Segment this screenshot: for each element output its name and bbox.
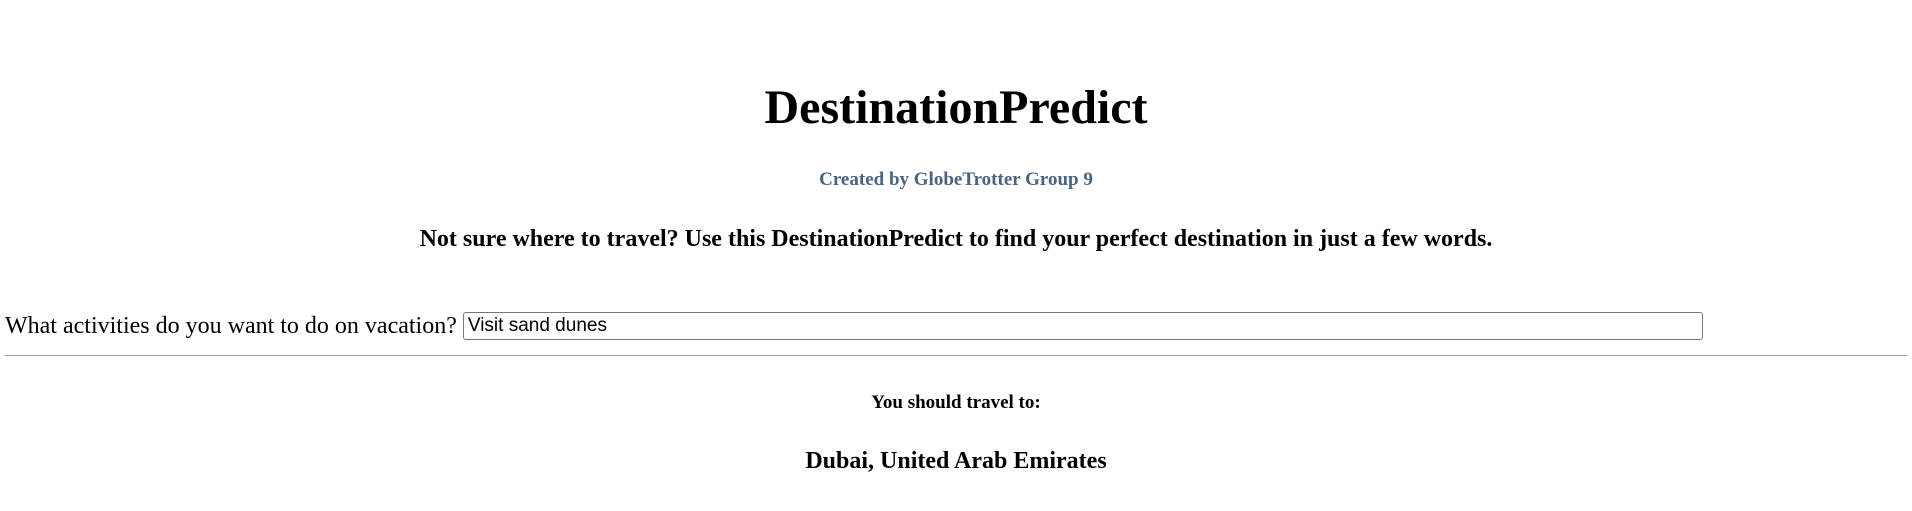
page-title: DestinationPredict [764,81,1148,134]
page: DestinationPredict Created by GlobeTrott… [0,0,1912,511]
activities-form: What activities do you want to do on vac… [5,310,1703,342]
byline: Created by GlobeTrotter Group 9 [819,169,1093,190]
divider [5,355,1907,356]
result-destination: Dubai, United Arab Emirates [805,448,1107,474]
tagline: Not sure where to travel? Use this Desti… [419,226,1493,252]
result-heading: You should travel to: [871,392,1041,413]
activities-label: What activities do you want to do on vac… [5,313,457,339]
activities-input[interactable] [462,312,1703,340]
